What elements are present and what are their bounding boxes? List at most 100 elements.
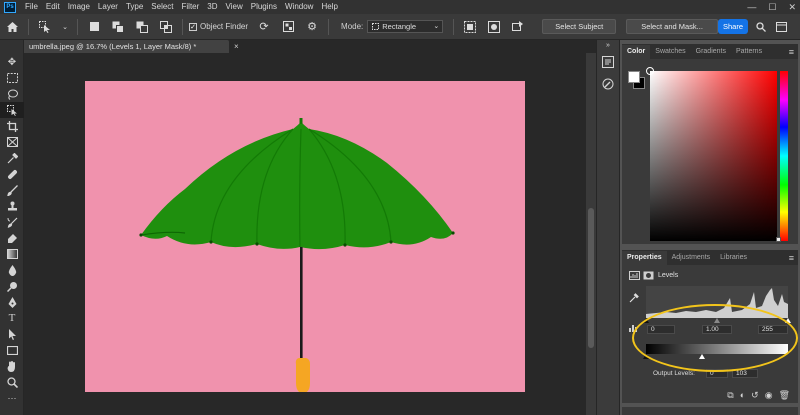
hue-slider[interactable] [780, 71, 788, 241]
delete-trash-icon[interactable]: 🗑 [779, 390, 790, 401]
workspace-icon[interactable] [774, 20, 788, 34]
menu-plugins[interactable]: Plugins [247, 0, 281, 14]
move-tool-icon[interactable]: ✥ [0, 54, 24, 70]
output-black-field[interactable]: 0 [706, 369, 728, 378]
marquee-tool-icon[interactable] [0, 70, 24, 86]
object-selection-tool-icon[interactable] [38, 20, 52, 34]
enhance-edge-icon[interactable] [487, 20, 501, 34]
close-tab-icon[interactable]: × [234, 40, 239, 53]
subtract-from-selection-icon[interactable] [135, 20, 149, 34]
refresh-icon[interactable]: ⟳ [257, 20, 271, 34]
tool-preset-chevron-icon[interactable]: ⌄ [62, 20, 68, 34]
panel-menu-icon[interactable]: ≡ [789, 45, 794, 59]
tab-adjustments[interactable]: Adjustments [667, 251, 716, 265]
intersect-selection-icon[interactable] [159, 20, 173, 34]
dodge-tool-icon[interactable] [0, 278, 24, 294]
brush-settings-icon[interactable] [597, 75, 619, 93]
sample-all-layers-icon[interactable] [463, 20, 477, 34]
image-canvas[interactable] [85, 81, 525, 392]
document-tab[interactable]: umbrella.jpeg @ 16.7% (Levels 1, Layer M… [24, 40, 229, 53]
type-tool-icon[interactable]: T [0, 310, 24, 326]
close-window-button[interactable]: ✕ [788, 0, 796, 14]
scrollbar-thumb[interactable] [588, 208, 594, 348]
menu-3d[interactable]: 3D [203, 0, 221, 14]
gradient-tool-icon[interactable] [0, 246, 24, 262]
menu-select[interactable]: Select [147, 0, 177, 14]
tab-color[interactable]: Color [622, 45, 651, 59]
eraser-tool-icon[interactable] [0, 230, 24, 246]
tab-patterns[interactable]: Patterns [731, 45, 767, 59]
zoom-tool-icon[interactable] [0, 374, 24, 390]
history-icon[interactable] [597, 53, 619, 71]
lasso-tool-icon[interactable] [0, 86, 24, 102]
panel-menu-icon[interactable]: ≡ [789, 251, 794, 265]
crop-tool-icon[interactable] [0, 118, 24, 134]
pen-tool-icon[interactable] [0, 294, 24, 310]
hue-slider-handle[interactable] [776, 237, 781, 242]
select-and-mask-button[interactable]: Select and Mask... [626, 19, 718, 34]
menu-window[interactable]: Window [281, 0, 317, 14]
menu-filter[interactable]: Filter [178, 0, 204, 14]
object-finder-toggle[interactable]: ✓ Object Finder [189, 22, 248, 31]
object-selection-tool-icon[interactable] [0, 102, 24, 118]
history-brush-tool-icon[interactable] [0, 214, 24, 230]
auto-levels-icon[interactable] [629, 324, 639, 332]
subtract-target-icon[interactable] [511, 20, 525, 34]
menu-image[interactable]: Image [64, 0, 94, 14]
minimize-button[interactable]: — [747, 0, 756, 14]
input-black-field[interactable]: 0 [647, 325, 675, 334]
reset-icon[interactable]: ↺ [751, 390, 759, 401]
menu-help[interactable]: Help [317, 0, 341, 14]
output-white-slider-handle[interactable] [699, 354, 705, 359]
path-selection-tool-icon[interactable] [0, 326, 24, 342]
share-button[interactable]: Share [718, 19, 748, 34]
view-previous-state-icon[interactable]: ◐ [740, 390, 745, 400]
collapse-arrows-icon[interactable]: » [597, 41, 619, 49]
layer-mask-icon[interactable] [643, 271, 654, 280]
menu-view[interactable]: View [222, 0, 247, 14]
search-icon[interactable] [754, 20, 768, 34]
gear-icon[interactable]: ⚙ [305, 20, 319, 34]
color-panel-tabs: Color Swatches Gradients Patterns ≡ [622, 44, 798, 59]
input-gamma-field[interactable]: 1.00 [702, 325, 732, 334]
eyedropper-tool-icon[interactable] [0, 150, 24, 166]
input-gamma-slider-handle[interactable] [714, 318, 720, 323]
clip-to-layer-icon[interactable]: ⧉ [727, 390, 733, 401]
menu-type[interactable]: Type [122, 0, 147, 14]
foreground-color-swatch[interactable] [628, 71, 640, 83]
color-picker-marker[interactable] [646, 67, 654, 75]
tab-properties[interactable]: Properties [622, 251, 667, 265]
stamp-tool-icon[interactable] [0, 198, 24, 214]
blur-tool-icon[interactable] [0, 262, 24, 278]
menu-file[interactable]: File [21, 0, 42, 14]
hand-tool-icon[interactable] [0, 358, 24, 374]
menu-edit[interactable]: Edit [42, 0, 64, 14]
new-selection-icon[interactable] [87, 20, 101, 34]
select-subject-button[interactable]: Select Subject [542, 19, 617, 34]
visibility-eye-icon[interactable]: ◉ [765, 390, 773, 401]
tab-swatches[interactable]: Swatches [650, 45, 690, 59]
more-tools-icon[interactable]: ··· [0, 390, 24, 406]
object-finder-checkbox[interactable]: ✓ [189, 22, 197, 31]
tab-gradients[interactable]: Gradients [691, 45, 731, 59]
mode-select[interactable]: Rectangle ⌄ [367, 20, 444, 33]
frame-tool-icon[interactable] [0, 134, 24, 150]
tab-libraries[interactable]: Libraries [715, 251, 752, 265]
eyedropper-icon[interactable] [629, 293, 639, 305]
output-black-slider-handle[interactable] [643, 354, 649, 359]
rectangle-tool-icon[interactable] [0, 342, 24, 358]
vertical-scrollbar[interactable] [586, 53, 596, 415]
input-white-field[interactable]: 255 [758, 325, 788, 334]
input-white-slider-handle[interactable] [785, 318, 791, 323]
color-picker-field[interactable] [650, 71, 777, 241]
brush-tool-icon[interactable] [0, 182, 24, 198]
maximize-button[interactable]: ☐ [768, 0, 776, 14]
output-white-field[interactable]: 103 [732, 369, 758, 378]
input-black-slider-handle[interactable] [643, 318, 649, 323]
show-all-objects-icon[interactable] [281, 20, 295, 34]
add-to-selection-icon[interactable] [111, 20, 125, 34]
home-icon[interactable] [5, 20, 19, 34]
healing-brush-tool-icon[interactable] [0, 166, 24, 182]
menu-layer[interactable]: Layer [94, 0, 122, 14]
input-levels-slider[interactable] [643, 318, 791, 323]
